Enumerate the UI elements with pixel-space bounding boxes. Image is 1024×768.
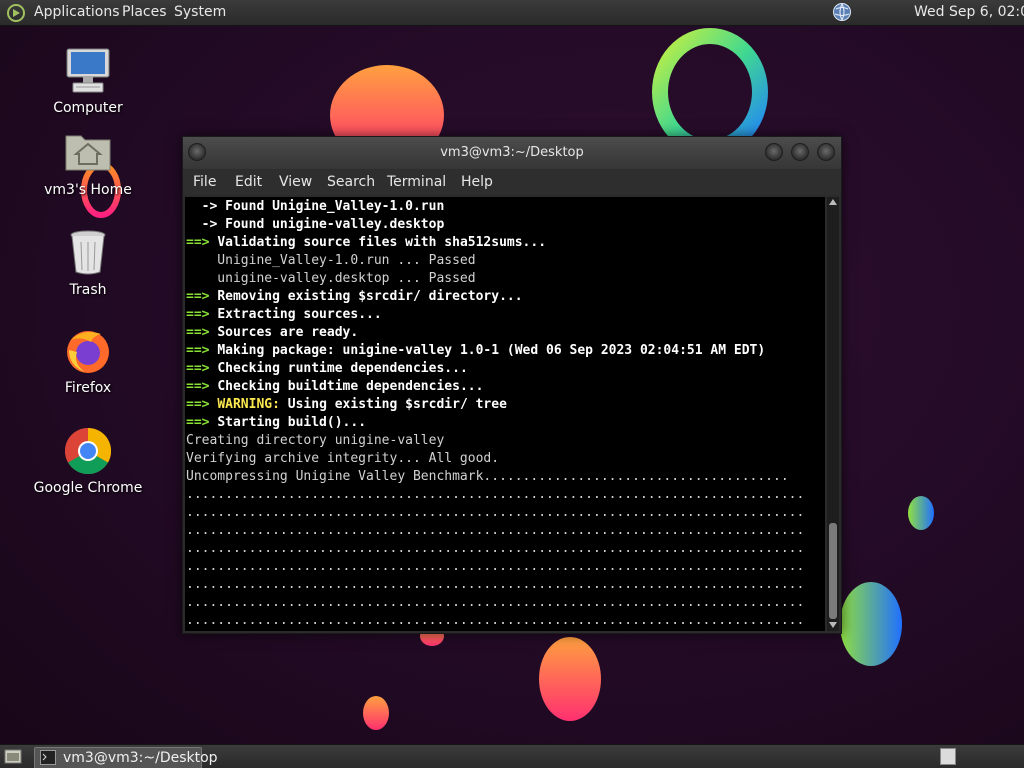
menu-view[interactable]: View — [279, 174, 312, 190]
menu-file[interactable]: File — [193, 174, 216, 190]
places-menu[interactable]: Places — [122, 4, 167, 21]
trash-icon — [63, 228, 113, 278]
desktop-icon-home[interactable]: vm3's Home — [28, 128, 148, 198]
bottom-panel: vm3@vm3:~/Desktop — [0, 744, 1024, 768]
terminal-line: ==> Extracting sources... — [186, 307, 382, 322]
terminal-line: Unigine_Valley-1.0.run ... Passed — [186, 253, 476, 268]
window-menu-button[interactable] — [188, 143, 206, 161]
desktop-icon-trash[interactable]: Trash — [28, 228, 148, 298]
workspace-switcher-icon[interactable] — [940, 748, 956, 765]
home-folder-icon — [63, 128, 113, 178]
chrome-icon — [63, 426, 113, 476]
terminal-line: ........................................… — [186, 613, 805, 628]
clock[interactable]: Wed Sep 6, 02:05 — [914, 4, 1024, 21]
terminal-line: Verifying archive integrity... All good. — [186, 451, 500, 466]
menu-edit[interactable]: Edit — [235, 174, 262, 190]
terminal-line: ==> Sources are ready. — [186, 325, 359, 340]
terminal-line: ........................................… — [186, 505, 805, 520]
desktop-icon-computer[interactable]: Computer — [28, 46, 148, 116]
terminal-line: ........................................… — [186, 541, 805, 556]
terminal-line: ........................................… — [186, 487, 805, 502]
menu-search[interactable]: Search — [327, 174, 375, 190]
terminal-line: ==> Checking buildtime dependencies... — [186, 379, 484, 394]
scrollbar-thumb[interactable] — [829, 523, 837, 619]
terminal-line: ........................................… — [186, 523, 805, 538]
terminal-scrollbar[interactable] — [827, 197, 839, 631]
taskbar-window-button[interactable]: vm3@vm3:~/Desktop — [34, 747, 218, 768]
system-menu[interactable]: System — [174, 4, 226, 21]
menu-terminal[interactable]: Terminal — [387, 174, 446, 190]
terminal-line: ==> Checking runtime dependencies... — [186, 361, 468, 376]
network-globe-icon[interactable] — [832, 2, 852, 22]
close-button[interactable] — [817, 143, 835, 161]
terminal-output[interactable]: -> Found Unigine_Valley-1.0.run -> Found… — [185, 197, 825, 631]
computer-icon — [63, 46, 113, 96]
terminal-line: ==> WARNING: Using existing $srcdir/ tre… — [186, 397, 507, 412]
terminal-line: ==> Removing existing $srcdir/ directory… — [186, 289, 523, 304]
firefox-icon — [63, 326, 113, 376]
window-titlebar[interactable]: vm3@vm3:~/Desktop — [183, 137, 841, 169]
terminal-line: ==> Validating source files with sha512s… — [186, 235, 547, 250]
menu-help[interactable]: Help — [461, 174, 493, 190]
applications-menu[interactable]: Applications — [34, 4, 120, 21]
terminal-line: ........................................… — [186, 595, 805, 610]
top-panel: Applications Places System Wed Sep 6, 02… — [0, 0, 1024, 26]
terminal-line: ........................................… — [186, 577, 805, 592]
terminal-line: ==> Starting build()... — [186, 415, 367, 430]
desktop-icon-firefox[interactable]: Firefox — [28, 326, 148, 396]
taskbar-window-label: vm3@vm3:~/Desktop — [63, 750, 218, 766]
terminal-line: ........................................… — [186, 559, 805, 574]
terminal-line: -> Found Unigine_Valley-1.0.run — [186, 199, 445, 214]
terminal-line: Creating directory unigine-valley — [186, 433, 445, 448]
window-title: vm3@vm3:~/Desktop — [440, 145, 584, 160]
terminal-line: ==> Making package: unigine-valley 1.0-1… — [186, 343, 766, 358]
scroll-down-arrow-icon[interactable] — [829, 622, 837, 628]
distro-logo-icon[interactable] — [6, 3, 26, 23]
scroll-up-arrow-icon[interactable] — [829, 199, 837, 205]
terminal-line: -> Found unigine-valley.desktop — [186, 217, 445, 232]
terminal-icon — [40, 750, 56, 765]
desktop-icon-chrome[interactable]: Google Chrome — [28, 426, 148, 496]
show-desktop-icon[interactable] — [4, 748, 22, 765]
terminal-window[interactable]: vm3@vm3:~/Desktop File Edit View Search … — [182, 136, 842, 634]
terminal-line: Uncompressing Unigine Valley Benchmark..… — [186, 469, 789, 484]
terminal-line: unigine-valley.desktop ... Passed — [186, 271, 476, 286]
minimize-button[interactable] — [765, 143, 783, 161]
terminal-menubar: File Edit View Search Terminal Help — [183, 169, 841, 195]
maximize-button[interactable] — [791, 143, 809, 161]
